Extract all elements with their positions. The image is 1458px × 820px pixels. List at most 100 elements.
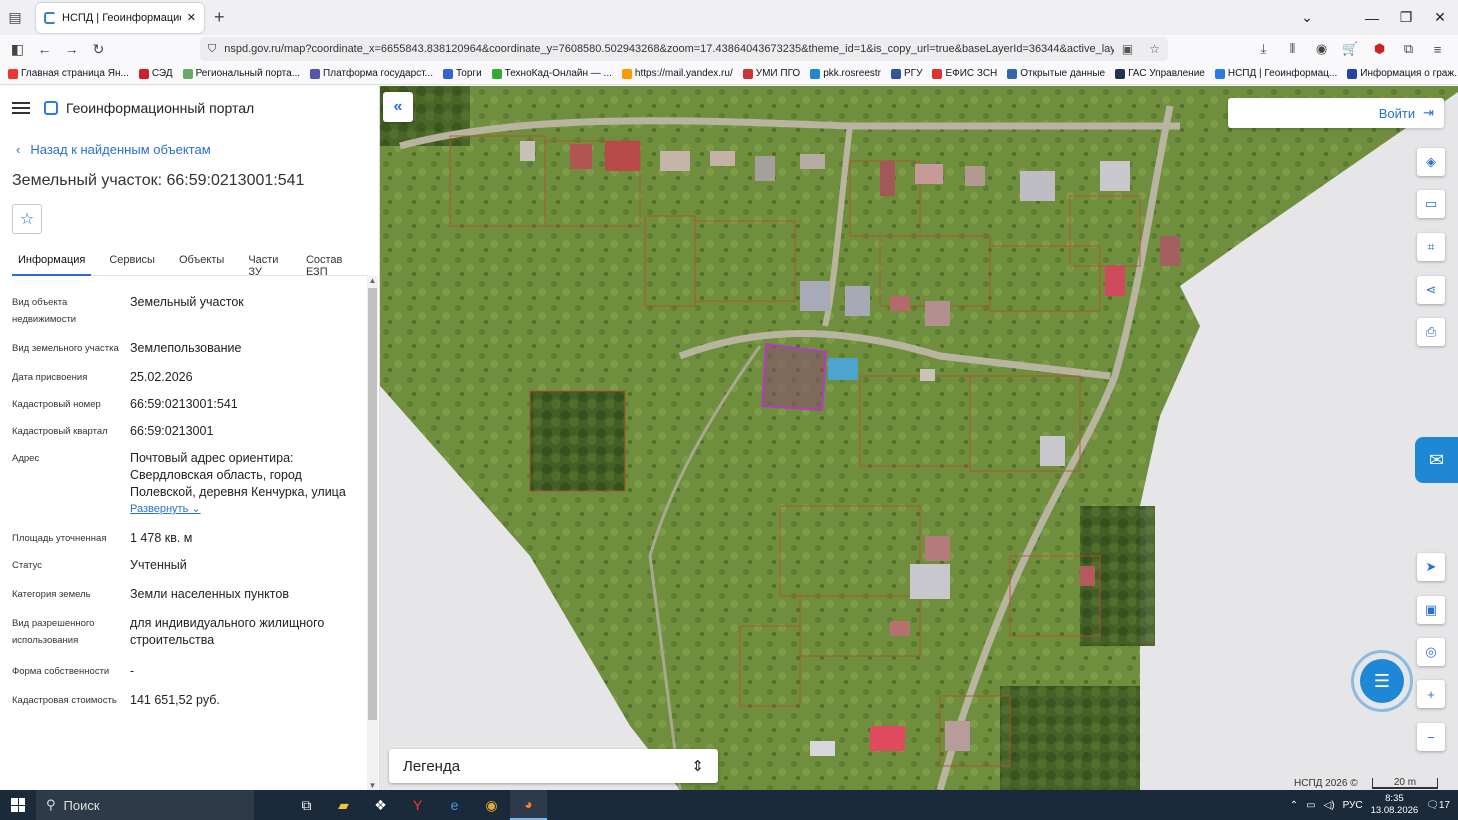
bookmark-item[interactable]: pkk.rosreestr xyxy=(810,68,881,79)
select-area-icon[interactable]: ⌗ xyxy=(1417,233,1445,261)
chrome-icon[interactable]: ◉ xyxy=(473,790,510,820)
feedback-icon[interactable]: ✉ xyxy=(1415,437,1458,483)
start-button[interactable] xyxy=(0,790,36,820)
minimize-icon[interactable]: — xyxy=(1355,0,1389,35)
bookmark-label[interactable]: ЕФИС ЗСН xyxy=(945,68,997,79)
back-link-text[interactable]: Назад к найденным объектам xyxy=(30,142,210,157)
bookmark-item[interactable]: Главная страница Ян... xyxy=(8,68,129,79)
bookmark-label[interactable]: РГУ xyxy=(904,68,922,79)
zoom-out-icon[interactable]: − xyxy=(1417,723,1445,751)
cart-icon[interactable]: 🛒 xyxy=(1336,41,1365,57)
app-bird-icon[interactable]: ❖ xyxy=(362,790,399,820)
bookmark-item[interactable]: Платформа государст... xyxy=(310,68,433,79)
library-icon[interactable]: ⫴ xyxy=(1278,41,1307,57)
tab-4[interactable]: Состав ЕЗП xyxy=(300,248,356,278)
bookmark-item[interactable]: https://mail.yandex.ru/ xyxy=(621,68,733,79)
close-tab-icon[interactable]: ✕ xyxy=(187,11,196,24)
bookmark-label[interactable]: Главная страница Ян... xyxy=(21,68,129,79)
login-label[interactable]: Войти xyxy=(1379,106,1415,121)
share-icon[interactable]: ⋖ xyxy=(1417,276,1445,304)
new-tab-icon[interactable]: + xyxy=(214,7,225,28)
hamburger-menu-icon[interactable] xyxy=(12,102,30,114)
search-label[interactable]: Поиск xyxy=(64,798,100,813)
yandex-browser-icon[interactable]: Y xyxy=(399,790,436,820)
tab-overflow-chevron-icon[interactable]: ⌄ xyxy=(1290,0,1324,35)
scrollbar-thumb[interactable] xyxy=(368,288,377,720)
reader-view-icon[interactable]: ▣ xyxy=(1122,42,1133,56)
expand-address-link[interactable]: Развернуть ⌄ xyxy=(130,501,354,518)
bookmark-item[interactable]: НСПД | Геоинформац... xyxy=(1214,68,1337,79)
bookmark-label[interactable]: СЭД xyxy=(152,68,173,79)
bookmark-label[interactable]: https://mail.yandex.ru/ xyxy=(635,68,733,79)
bookmark-item[interactable]: Открытые данные xyxy=(1007,68,1105,79)
url-text[interactable]: nspd.gov.ru/map?coordinate_x=6655843.838… xyxy=(224,43,1114,55)
taskbar-search[interactable]: ⚲ Поиск xyxy=(36,790,254,820)
geolocation-icon[interactable]: ➤ xyxy=(1417,553,1445,581)
map-view[interactable] xyxy=(380,86,1458,790)
bookmark-item[interactable]: Торги xyxy=(442,68,482,79)
forward-arrow-icon[interactable]: → xyxy=(58,35,85,63)
browser-tab-active[interactable]: НСПД | Геоинформационный ✕ xyxy=(36,2,204,33)
close-window-icon[interactable]: ✕ xyxy=(1423,0,1457,35)
menu-icon[interactable]: ≡ xyxy=(1423,42,1452,57)
restore-icon[interactable]: ❐ xyxy=(1389,0,1423,35)
scroll-up-icon[interactable]: ▲ xyxy=(367,276,378,285)
notifications-icon[interactable]: 🗨17 xyxy=(1426,800,1450,811)
favorite-star-button[interactable]: ☆ xyxy=(12,204,42,234)
legend-label[interactable]: Легенда xyxy=(403,758,460,775)
extensions-icon[interactable]: ⧉ xyxy=(1394,41,1423,57)
tab-0[interactable]: Информация xyxy=(12,248,92,276)
network-icon[interactable]: ▭ xyxy=(1306,800,1315,811)
zoom-in-icon[interactable]: + xyxy=(1417,680,1445,708)
volume-icon[interactable]: ◁) xyxy=(1324,800,1335,811)
back-arrow-icon[interactable]: ← xyxy=(31,35,58,63)
print-icon[interactable]: ⎙ xyxy=(1417,318,1445,346)
back-to-results-link[interactable]: ‹ Назад к найденным объектам xyxy=(16,142,211,157)
addon-shield-icon[interactable]: ⬢ xyxy=(1365,41,1394,57)
bookmark-label[interactable]: ТехноКад-Онлайн — ... xyxy=(505,68,612,79)
bookmark-label[interactable]: Торги xyxy=(456,68,482,79)
url-bar[interactable]: ⛉ nspd.gov.ru/map?coordinate_x=6655843.8… xyxy=(200,37,1168,61)
bookmark-item[interactable]: ГАС Управление xyxy=(1115,68,1205,79)
account-icon[interactable]: ◉ xyxy=(1307,41,1336,57)
bookmark-star-icon[interactable]: ☆ xyxy=(1149,42,1160,56)
layers-icon[interactable]: ◈ xyxy=(1417,148,1445,176)
ruler-icon[interactable]: ▭ xyxy=(1417,190,1445,218)
aerial-imagery[interactable] xyxy=(380,86,1458,790)
bookmark-item[interactable]: ТехноКад-Онлайн — ... xyxy=(491,68,612,79)
expand-label[interactable]: Развернуть xyxy=(130,503,188,515)
language-indicator[interactable]: РУС xyxy=(1343,800,1363,811)
bookmark-label[interactable]: Информация о граж... xyxy=(1360,68,1458,79)
chat-button[interactable]: ☰ xyxy=(1351,650,1413,712)
file-explorer-icon[interactable]: ▰ xyxy=(325,790,362,820)
collapse-panel-button[interactable]: « xyxy=(383,92,413,122)
scroll-down-icon[interactable]: ▼ xyxy=(367,781,378,790)
tab-2[interactable]: Объекты xyxy=(173,248,230,276)
bookmark-item[interactable]: УМИ ПГО xyxy=(742,68,800,79)
clock[interactable]: 8:35 13.08.2026 xyxy=(1371,793,1419,817)
site-info-icon[interactable]: ⛉ xyxy=(208,43,216,56)
bookmark-label[interactable]: НСПД | Геоинформац... xyxy=(1228,68,1337,79)
tray-chevron-icon[interactable]: ⌃ xyxy=(1290,800,1298,811)
login-button[interactable]: Войти ⇥ xyxy=(1228,98,1444,128)
chat-icon[interactable]: ☰ xyxy=(1360,659,1404,703)
downloads-icon[interactable]: ⤓ xyxy=(1249,41,1278,57)
bookmark-label[interactable]: Региональный порта... xyxy=(196,68,300,79)
edge-icon[interactable]: e xyxy=(436,790,473,820)
location-pin-icon[interactable]: ◎ xyxy=(1417,638,1445,666)
bookmark-item[interactable]: ЕФИС ЗСН xyxy=(932,68,997,79)
bookmark-label[interactable]: Открытые данные xyxy=(1020,68,1105,79)
reload-icon[interactable]: ↻ xyxy=(85,35,112,63)
bookmark-item[interactable]: РГУ xyxy=(891,68,922,79)
bookmark-item[interactable]: Информация о граж... xyxy=(1347,68,1458,79)
sidebar-toggle-icon[interactable]: ◧ xyxy=(4,35,31,63)
minimap-icon[interactable]: ▣ xyxy=(1417,596,1445,624)
bookmark-item[interactable]: Региональный порта... xyxy=(182,68,300,79)
task-view-icon[interactable]: ⧉ xyxy=(288,790,325,820)
bookmark-label[interactable]: УМИ ПГО xyxy=(756,68,800,79)
panel-scrollbar[interactable]: ▲ ▼ xyxy=(367,276,378,790)
tab-1[interactable]: Сервисы xyxy=(103,248,161,276)
expand-updown-icon[interactable]: ⇕ xyxy=(691,757,704,775)
bookmark-label[interactable]: Платформа государст... xyxy=(323,68,433,79)
bookmark-item[interactable]: СЭД xyxy=(138,68,173,79)
